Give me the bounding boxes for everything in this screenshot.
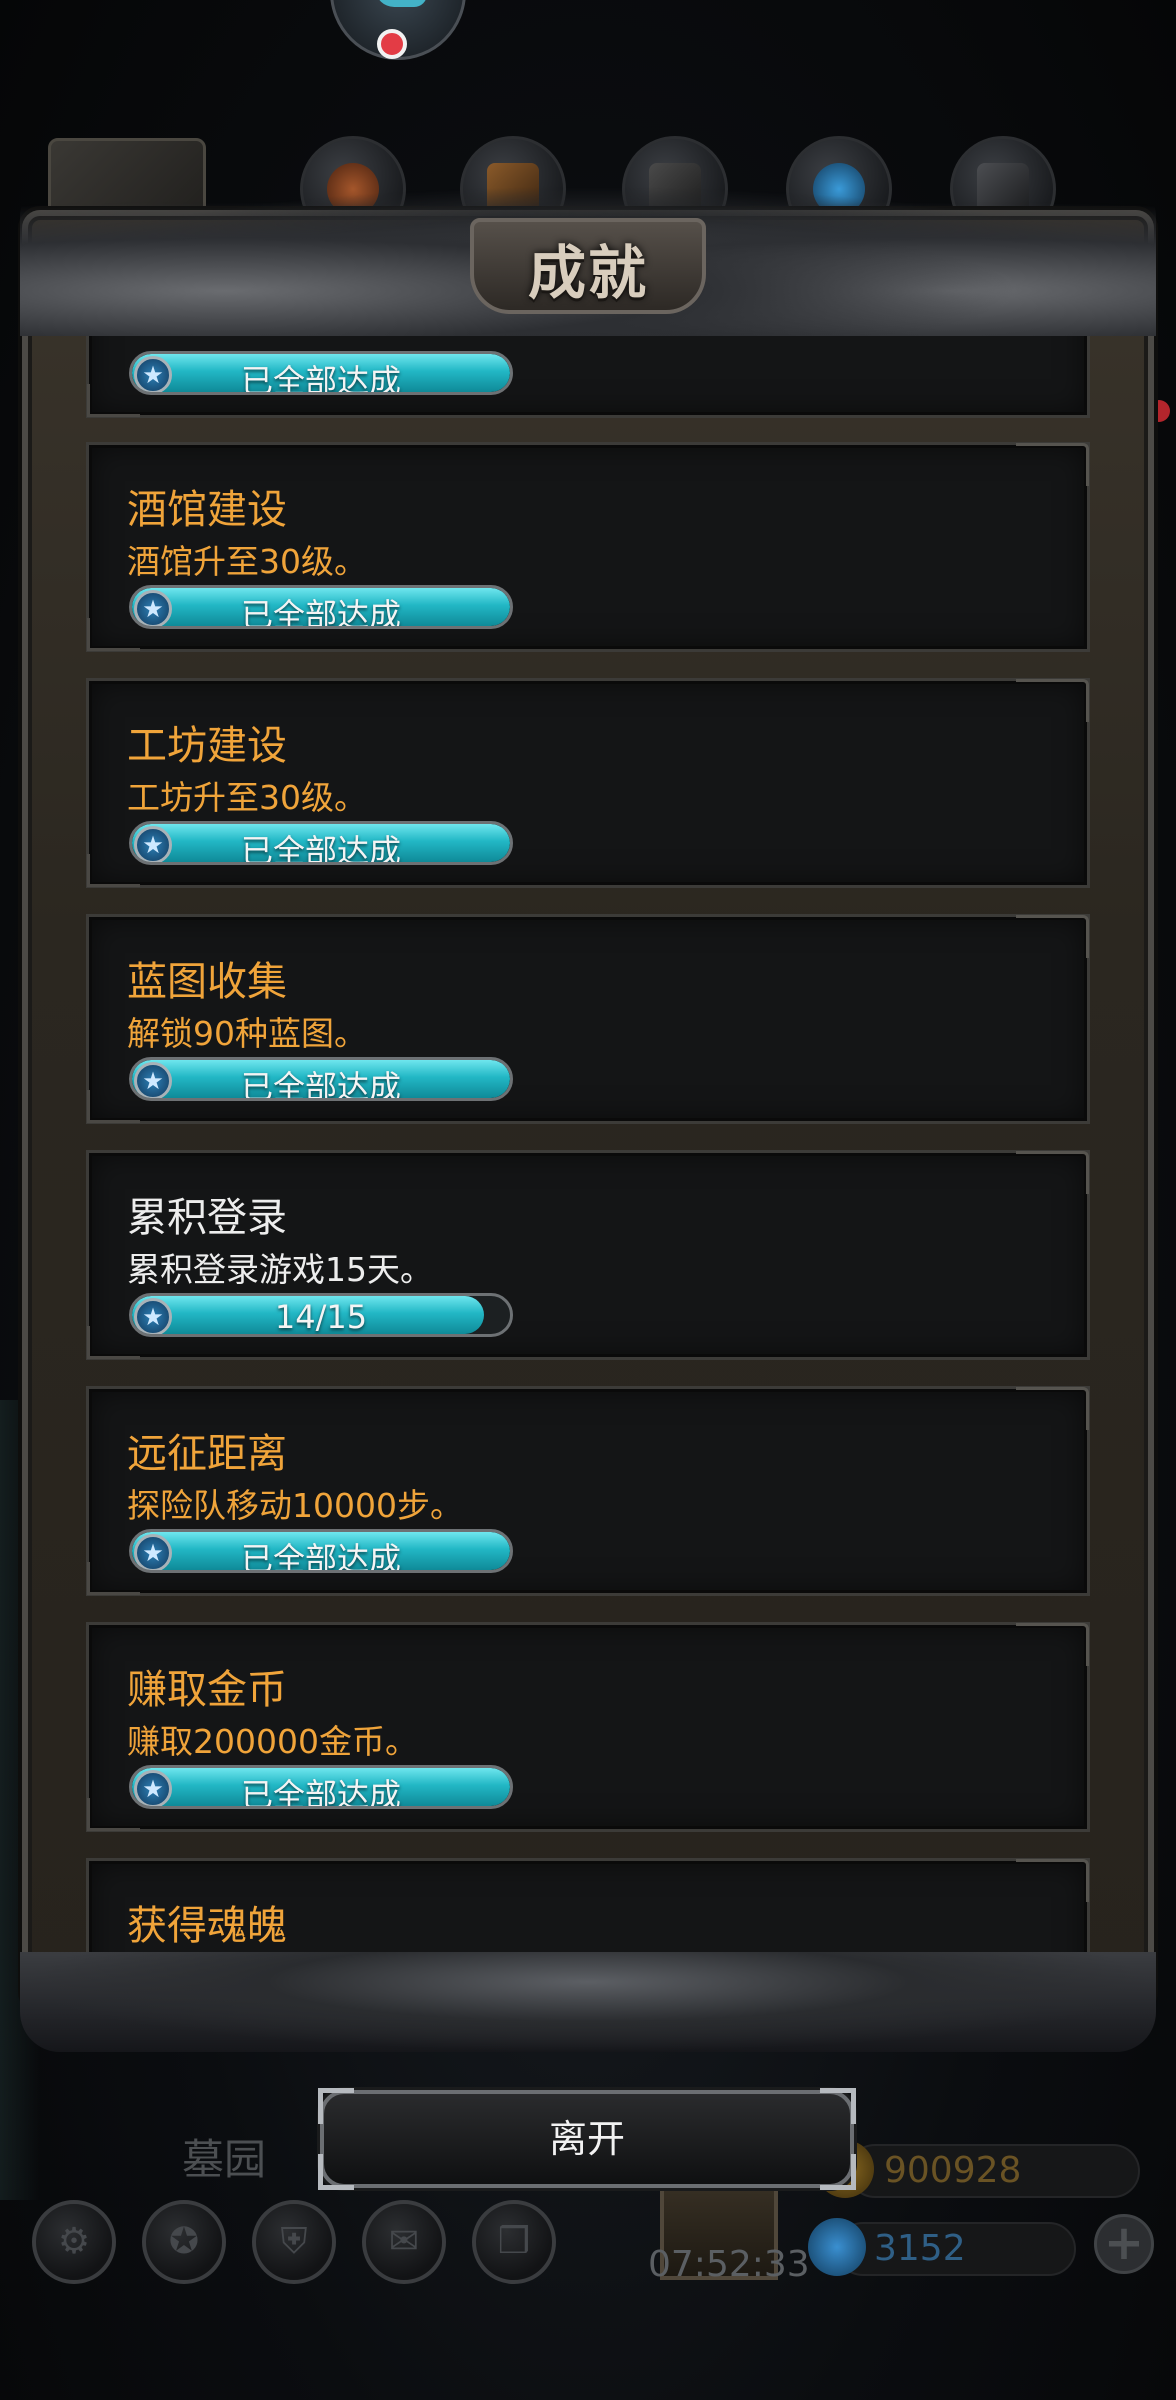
notification-dot xyxy=(377,29,407,59)
shield-icon[interactable]: ⛨ xyxy=(252,2200,336,2284)
star-icon: ★ xyxy=(134,1770,172,1806)
progress-text: 已全部达成 xyxy=(240,1540,401,1573)
achievement-title: 蓝图收集 xyxy=(127,959,287,1005)
bird-icon xyxy=(375,0,427,7)
star-icon: ★ xyxy=(134,1062,172,1098)
achievement-progress-bar: ★ 已全部达成 xyxy=(129,351,513,395)
gear-icon[interactable]: ⚙ xyxy=(32,2200,116,2284)
star-icon: ★ xyxy=(134,590,172,626)
achievement-desc: 工坊升至30级。 xyxy=(127,778,367,817)
progress-text: 已全部达成 xyxy=(240,362,401,395)
achievement-desc: 累积登录游戏15天。 xyxy=(127,1250,433,1289)
star-icon: ★ xyxy=(134,826,172,862)
frame-bottom-ornament xyxy=(20,1952,1156,2052)
star-icon: ★ xyxy=(134,1534,172,1570)
achievement-title: 远征距离 xyxy=(127,1431,287,1477)
achievement-progress-bar: ★ 已全部达成 xyxy=(129,1529,513,1573)
panel-title: 成就 xyxy=(527,239,648,307)
progress-text: 已全部达成 xyxy=(240,1776,401,1809)
achievement-card: 累积登录 累积登录游戏15天。 ★ 14/15 xyxy=(86,1150,1090,1360)
button-corner-ornament xyxy=(318,2088,354,2124)
achievement-progress-bar: ★ 14/15 xyxy=(129,1293,513,1337)
location-label: 墓园 xyxy=(182,2135,267,2184)
achievement-title: 赚取金币 xyxy=(127,1667,287,1713)
star-icon: ★ xyxy=(134,356,172,392)
achievement-progress-bar: ★ 已全部达成 xyxy=(129,821,513,865)
button-corner-ornament xyxy=(820,2154,856,2190)
cube-icon[interactable]: ❒ xyxy=(472,2200,556,2284)
achievement-card: 远征距离 探险队移动10000步。 ★ 已全部达成 xyxy=(86,1386,1090,1596)
achievement-title: 累积登录 xyxy=(127,1195,287,1241)
gem-icon xyxy=(808,2218,866,2276)
button-corner-ornament xyxy=(820,2088,856,2124)
achievement-card: 赚取金币 赚取200000金币。 ★ 已全部达成 xyxy=(86,1622,1090,1832)
achievement-card: ★ 已全部达成 xyxy=(86,330,1090,418)
achievement-card: 获得魂魄 xyxy=(86,1858,1090,1962)
star-icon: ★ xyxy=(134,1298,172,1334)
progress-text: 已全部达成 xyxy=(240,1068,401,1101)
add-gems-button[interactable]: + xyxy=(1094,2214,1154,2274)
achievement-progress-bar: ★ 已全部达成 xyxy=(129,1765,513,1809)
achievement-title: 工坊建设 xyxy=(127,723,287,769)
achievement-progress-bar: ★ 已全部达成 xyxy=(129,1057,513,1101)
gold-amount: 900928 xyxy=(884,2150,1022,2191)
achievement-card: 工坊建设 工坊升至30级。 ★ 已全部达成 xyxy=(86,678,1090,888)
star-badge-icon[interactable]: ✪ xyxy=(142,2200,226,2284)
achievement-title: 酒馆建设 xyxy=(127,487,287,533)
gem-amount: 3152 xyxy=(874,2228,966,2269)
progress-text: 已全部达成 xyxy=(240,832,401,865)
achievement-card: 酒馆建设 酒馆升至30级。 ★ 已全部达成 xyxy=(86,442,1090,652)
achievement-title: 获得魂魄 xyxy=(127,1903,287,1949)
progress-text: 14/15 xyxy=(274,1298,368,1336)
leave-button[interactable]: 离开 xyxy=(320,2090,854,2188)
button-corner-ornament xyxy=(318,2154,354,2190)
mail-icon[interactable]: ✉ xyxy=(362,2200,446,2284)
achievement-desc: 赚取200000金币。 xyxy=(127,1722,418,1761)
achievement-card: 蓝图收集 解锁90种蓝图。 ★ 已全部达成 xyxy=(86,914,1090,1124)
achievement-desc: 探险队移动10000步。 xyxy=(127,1486,463,1525)
achievement-list[interactable]: ★ 已全部达成 酒馆建设 酒馆升至30级。 ★ 已全部达成 工坊建设 工坊升至3… xyxy=(86,330,1090,1962)
leave-button-label: 离开 xyxy=(548,2117,625,2161)
achievement-progress-bar: ★ 已全部达成 xyxy=(129,585,513,629)
achievement-desc: 酒馆升至30级。 xyxy=(127,542,367,581)
plus-icon: + xyxy=(1103,2215,1145,2271)
clock-time: 07:52:33 xyxy=(648,2244,810,2285)
progress-text: 已全部达成 xyxy=(240,596,401,629)
achievement-desc: 解锁90种蓝图。 xyxy=(127,1014,367,1053)
